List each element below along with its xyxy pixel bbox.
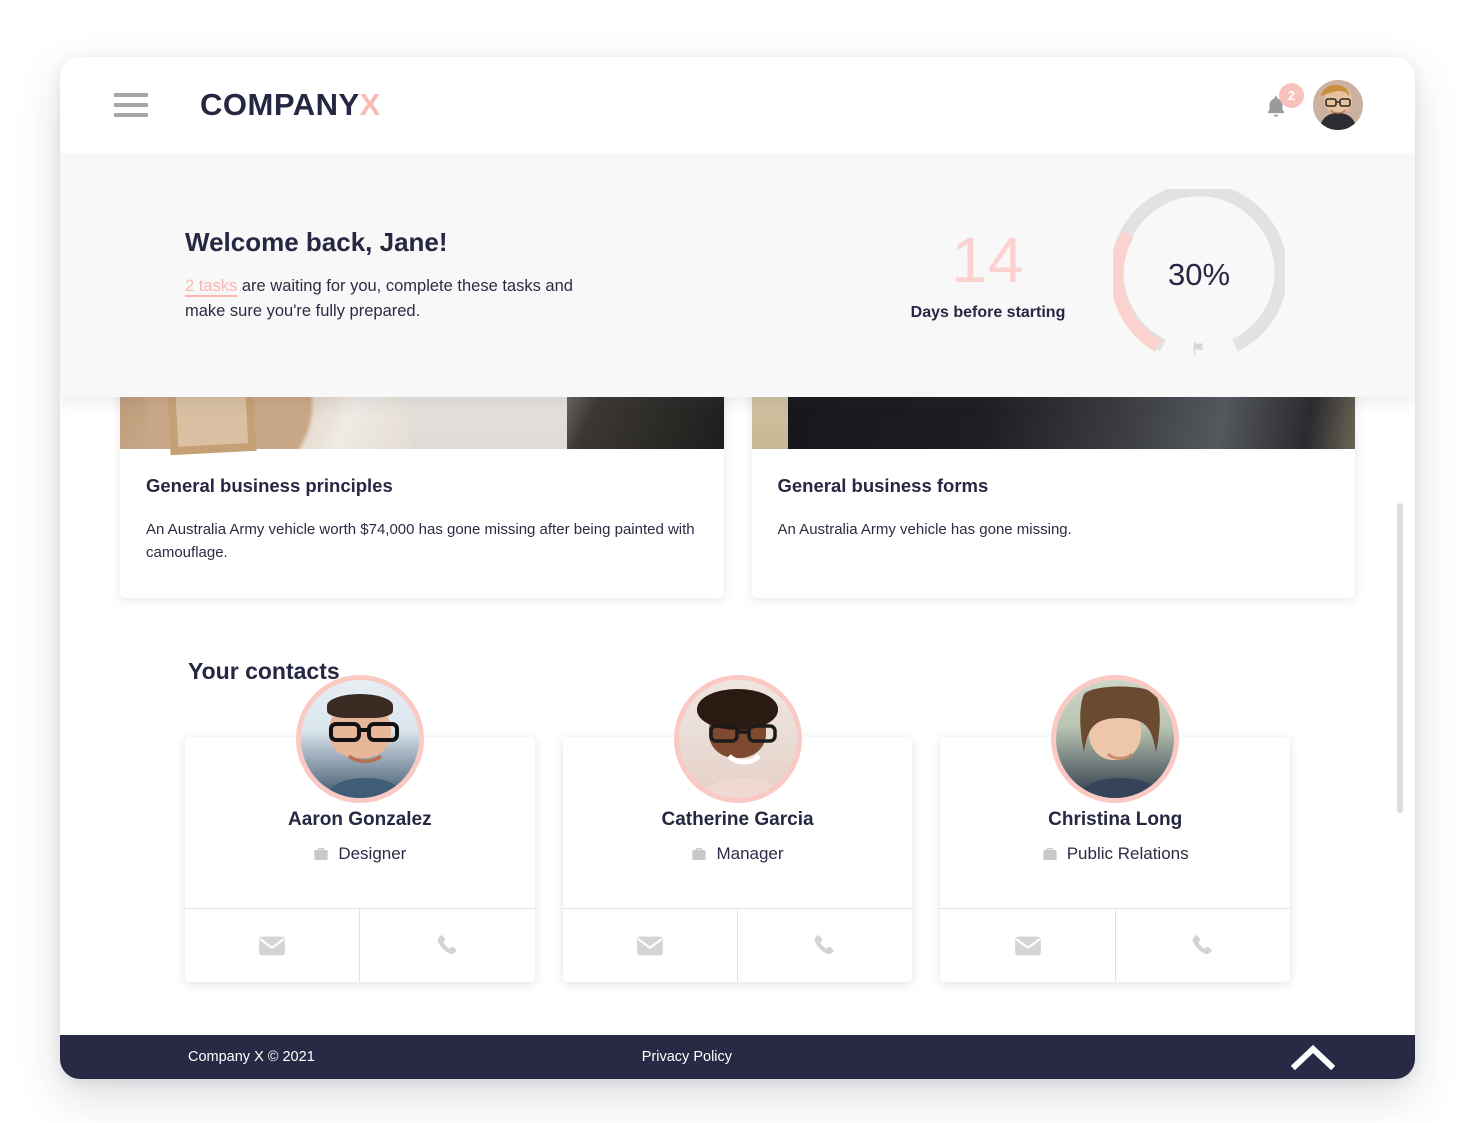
contact-phone-button[interactable] xyxy=(1114,909,1290,982)
topbar-right-actions: 2 xyxy=(1263,80,1363,130)
contact-avatar[interactable] xyxy=(295,675,424,803)
chevron-up-icon xyxy=(1291,1044,1335,1070)
article-title: General business forms xyxy=(777,475,989,496)
article-description: An Australia Army vehicle worth $74,000 … xyxy=(146,521,695,561)
scroll-to-top-button[interactable] xyxy=(1291,1044,1335,1070)
article-body: General business principles An Australia… xyxy=(120,449,724,598)
progress-gauge: 30% xyxy=(1110,183,1288,361)
contact-role-row: Manager xyxy=(563,844,913,908)
contact-photo-detail xyxy=(700,724,785,798)
flag-icon xyxy=(1193,341,1204,355)
notifications-button[interactable]: 2 xyxy=(1263,83,1304,122)
page-title: Welcome back, Jane! xyxy=(185,226,448,257)
avatar[interactable] xyxy=(1313,80,1363,130)
contacts-row: Aaron Gonzalez Designer Catherine Garcia… xyxy=(60,675,1415,982)
welcome-text-block: Welcome back, Jane! 2 tasks are waiting … xyxy=(185,227,605,324)
article-body: General business forms An Australia Army… xyxy=(752,449,1356,575)
tasks-link[interactable]: 2 tasks xyxy=(185,277,237,295)
contact-role-row: Designer xyxy=(185,844,535,908)
contact-role: Manager xyxy=(716,844,784,863)
briefcase-icon xyxy=(1043,848,1057,860)
welcome-subtitle-rest: are waiting for you, complete these task… xyxy=(185,276,573,320)
contact-name: Aaron Gonzalez xyxy=(288,809,432,830)
days-before-starting-block: 14 Days before starting xyxy=(873,228,1103,322)
hamburger-line xyxy=(114,103,148,107)
scrollbar-track[interactable] xyxy=(1397,403,1403,863)
contact-name: Catherine Garcia xyxy=(661,809,814,830)
welcome-subtitle: 2 tasks are waiting for you, complete th… xyxy=(185,274,605,324)
envelope-icon xyxy=(637,936,663,955)
contact-email-button[interactable] xyxy=(940,909,1114,982)
contact-card: Aaron Gonzalez Designer xyxy=(185,675,535,982)
envelope-icon xyxy=(1014,936,1041,955)
contact-avatar[interactable] xyxy=(673,675,802,803)
hamburger-menu-icon[interactable] xyxy=(114,93,148,117)
scrollbar-thumb[interactable] xyxy=(1397,503,1403,813)
brand-logo[interactable]: COMPANYX xyxy=(200,87,381,123)
contact-actions xyxy=(940,908,1291,982)
contact-role: Designer xyxy=(338,844,407,863)
contact-card: Catherine Garcia Manager xyxy=(562,675,913,982)
progress-percent-label: 30% xyxy=(1167,257,1231,292)
welcome-panel: Welcome back, Jane! 2 tasks are waiting … xyxy=(60,153,1415,397)
briefcase-icon xyxy=(314,848,328,860)
privacy-policy-link[interactable]: Privacy Policy xyxy=(642,1049,732,1065)
contact-role-row: Public Relations xyxy=(940,844,1290,908)
contact-photo-detail xyxy=(324,722,406,798)
avatar-image xyxy=(1313,80,1363,130)
contact-phone-button[interactable] xyxy=(737,909,912,982)
phone-icon xyxy=(814,934,834,954)
hamburger-line xyxy=(114,93,148,97)
envelope-icon xyxy=(259,936,286,955)
days-number: 14 xyxy=(951,224,1025,296)
footer-copyright: Company X © 2021 xyxy=(188,1049,315,1065)
hamburger-line xyxy=(114,113,148,117)
briefcase-icon xyxy=(692,848,707,860)
top-navigation-bar: COMPANYX 2 xyxy=(60,57,1415,153)
contact-email-button[interactable] xyxy=(185,909,359,982)
contact-name: Christina Long xyxy=(1048,809,1183,830)
app-window: COMPANYX 2 General business principles A… xyxy=(60,57,1415,1079)
contact-photo-detail xyxy=(1076,686,1164,798)
brand-accent: X xyxy=(359,87,381,122)
contact-phone-button[interactable] xyxy=(359,909,534,982)
contact-email-button[interactable] xyxy=(563,909,737,982)
phone-icon xyxy=(1192,934,1212,954)
contact-card: Christina Long Public Relations xyxy=(940,675,1291,982)
contact-actions xyxy=(562,908,913,982)
notification-badge: 2 xyxy=(1279,83,1304,108)
article-title: General business principles xyxy=(146,475,393,496)
contact-role: Public Relations xyxy=(1066,844,1189,863)
footer: Company X © 2021 Privacy Policy xyxy=(60,1035,1415,1079)
article-description: An Australia Army vehicle has gone missi… xyxy=(777,521,1072,538)
phone-icon xyxy=(437,934,457,954)
contact-avatar[interactable] xyxy=(1051,675,1180,803)
days-label: Days before starting xyxy=(910,304,1066,321)
brand-name: COMPANY xyxy=(200,87,360,122)
contact-actions xyxy=(185,908,535,982)
